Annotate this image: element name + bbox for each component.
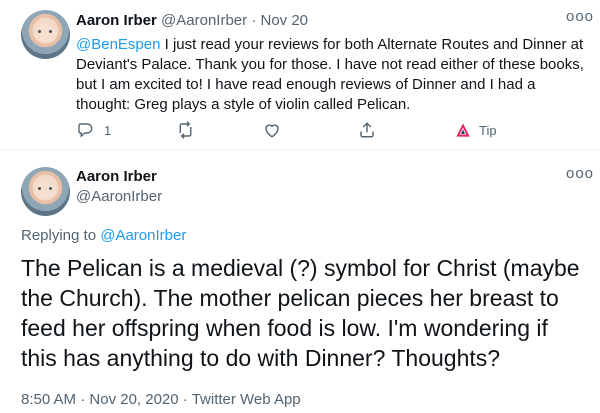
tweet-header: Aaron Irber @AaronIrber · Nov 20 [76,12,308,29]
author-name[interactable]: Aaron Irber [76,168,157,185]
replying-to: Replying to @AaronIrber [21,227,186,244]
meta-separator: · [182,391,188,408]
like-icon [263,121,281,139]
retweet-button[interactable] [176,120,195,140]
tweet-date[interactable]: Nov 20 [260,12,308,29]
tweet-text: The Pelican is a medieval (?) symbol for… [21,255,580,371]
tweet-time[interactable]: 8:50 AM [21,391,76,408]
focused-tweet: Aaron Irber @AaronIrber ooo Replying to … [0,150,600,413]
parent-tweet[interactable]: Aaron Irber @AaronIrber · Nov 20 ooo @Be… [0,0,600,150]
share-button[interactable] [358,120,376,140]
tweet-actions: 1 Tip [76,120,556,140]
author-handle[interactable]: @AaronIrber [161,12,247,29]
reply-icon [76,121,94,139]
more-options-icon[interactable]: ooo [566,166,594,181]
meta-separator: · [80,391,86,408]
header-separator: · [251,12,257,29]
tweet-source[interactable]: Twitter Web App [192,391,301,408]
replying-prefix: Replying to [21,227,101,244]
tweet-metadata: 8:50 AM · Nov 20, 2020 · Twitter Web App [21,391,301,408]
share-icon [358,121,376,139]
tip-label: Tip [479,122,497,138]
tweet-full-date[interactable]: Nov 20, 2020 [89,391,178,408]
more-options-icon[interactable]: ooo [566,9,594,24]
tip-button[interactable]: Tip [455,120,497,140]
replying-handle-link[interactable]: @AaronIrber [100,227,186,244]
reply-count: 1 [104,122,112,138]
mention-link[interactable]: @BenEspen [76,36,160,53]
author-avatar[interactable] [21,167,70,216]
author-handle[interactable]: @AaronIrber [76,188,162,205]
tweet-text: @BenEspen I just read your reviews for b… [76,35,591,115]
author-avatar[interactable] [21,10,70,59]
author-name[interactable]: Aaron Irber [76,12,157,29]
retweet-icon [176,121,195,139]
tip-icon [455,122,471,138]
like-button[interactable] [263,120,281,140]
reply-button[interactable]: 1 [76,120,111,140]
